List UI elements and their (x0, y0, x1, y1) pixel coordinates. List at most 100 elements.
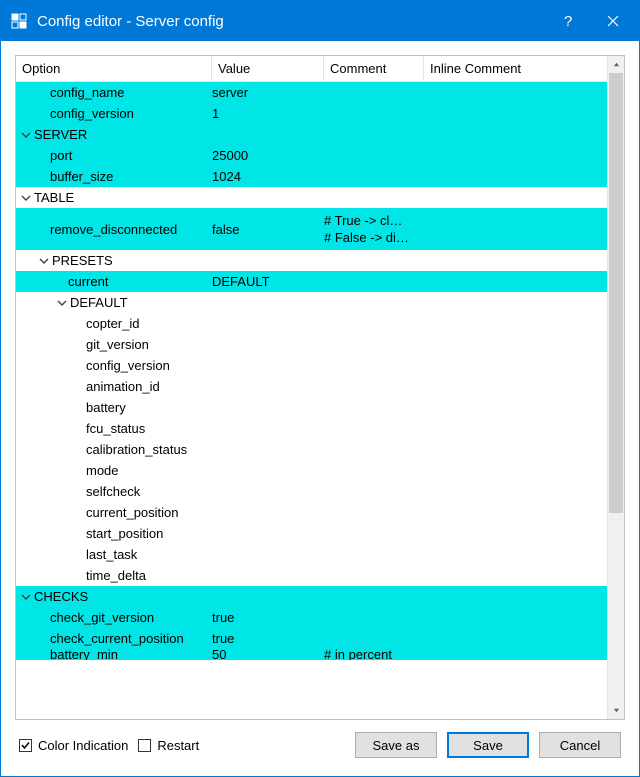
save-button[interactable]: Save (447, 732, 529, 758)
close-button[interactable] (591, 1, 635, 41)
option-label: last_task (86, 547, 137, 562)
tree-row[interactable]: check_git_version true (16, 607, 607, 628)
dialog-content: Option Value Comment Inline Comment conf… (1, 41, 639, 776)
option-label: start_position (86, 526, 163, 541)
checkbox-label: Restart (157, 738, 199, 753)
tree-row-group[interactable]: DEFAULT (16, 292, 607, 313)
tree-row-group[interactable]: CHECKS (16, 586, 607, 607)
option-value: 25000 (212, 148, 324, 163)
option-label: CHECKS (34, 589, 88, 604)
option-label: selfcheck (86, 484, 140, 499)
option-value: server (212, 85, 324, 100)
tree-row[interactable]: copter_id (16, 313, 607, 334)
option-label: current (68, 274, 108, 289)
chevron-down-icon[interactable] (20, 192, 32, 204)
tree-row[interactable]: fcu_status (16, 418, 607, 439)
col-comment[interactable]: Comment (324, 56, 424, 81)
scroll-up-icon[interactable] (608, 56, 624, 73)
tree-row[interactable]: check_current_position true (16, 628, 607, 649)
option-label: DEFAULT (70, 295, 128, 310)
col-value[interactable]: Value (212, 56, 324, 81)
dialog-window: Config editor - Server config ? Option V… (0, 0, 640, 777)
chevron-down-icon[interactable] (20, 129, 32, 141)
tree-row[interactable]: git_version (16, 334, 607, 355)
tree-row[interactable]: last_task (16, 544, 607, 565)
option-value: 1024 (212, 169, 324, 184)
col-inline[interactable]: Inline Comment (424, 56, 607, 81)
tree-row[interactable]: config_name server (16, 82, 607, 103)
option-label: config_version (50, 106, 134, 121)
option-label: fcu_status (86, 421, 145, 436)
tree-row[interactable]: current DEFAULT (16, 271, 607, 292)
option-value: 1 (212, 106, 324, 121)
option-label: battery (86, 400, 126, 415)
option-label: buffer_size (50, 169, 113, 184)
help-button[interactable]: ? (547, 1, 591, 41)
option-label: copter_id (86, 316, 139, 331)
tree-row[interactable]: config_version (16, 355, 607, 376)
tree-row[interactable]: buffer_size 1024 (16, 166, 607, 187)
option-label: check_current_position (50, 631, 184, 646)
chevron-down-icon[interactable] (20, 591, 32, 603)
restart-checkbox[interactable]: Restart (138, 738, 199, 753)
tree-row[interactable]: remove_disconnected false # True -> cl… … (16, 208, 607, 250)
tree-row[interactable]: time_delta (16, 565, 607, 586)
option-label: PRESETS (52, 253, 113, 268)
option-value: DEFAULT (212, 274, 324, 289)
app-icon (9, 11, 29, 31)
tree-row[interactable]: start_position (16, 523, 607, 544)
tree-container: Option Value Comment Inline Comment conf… (15, 55, 625, 720)
option-label: SERVER (34, 127, 87, 142)
tree-row[interactable]: animation_id (16, 376, 607, 397)
scroll-track[interactable] (608, 73, 624, 702)
option-label: calibration_status (86, 442, 187, 457)
tree-row[interactable]: current_position (16, 502, 607, 523)
save-as-button[interactable]: Save as (355, 732, 437, 758)
checkbox-icon (19, 739, 32, 752)
titlebar: Config editor - Server config ? (1, 1, 639, 41)
option-label: config_name (50, 85, 124, 100)
col-option[interactable]: Option (16, 56, 212, 81)
vertical-scrollbar[interactable] (607, 56, 624, 719)
option-value: 50 (212, 649, 324, 660)
svg-text:?: ? (564, 13, 572, 29)
scroll-down-icon[interactable] (608, 702, 624, 719)
chevron-down-icon[interactable] (38, 255, 50, 267)
button-bar: Color Indication Restart Save as Save Ca… (15, 720, 625, 762)
tree-row-group[interactable]: TABLE (16, 187, 607, 208)
option-label: remove_disconnected (50, 222, 177, 237)
tree-row[interactable]: battery_min 50 # in percent (16, 649, 607, 660)
option-label: current_position (86, 505, 179, 520)
tree-row-group[interactable]: PRESETS (16, 250, 607, 271)
tree-row[interactable]: selfcheck (16, 481, 607, 502)
option-comment: # in percent (324, 649, 424, 660)
tree-row-group[interactable]: SERVER (16, 124, 607, 145)
checkbox-label: Color Indication (38, 738, 128, 753)
tree-body: config_name server config_version 1 (16, 82, 607, 719)
option-label: check_git_version (50, 610, 154, 625)
option-label: TABLE (34, 190, 74, 205)
tree-row[interactable]: battery (16, 397, 607, 418)
chevron-down-icon[interactable] (56, 297, 68, 309)
cancel-button[interactable]: Cancel (539, 732, 621, 758)
checkbox-icon (138, 739, 151, 752)
option-value: true (212, 631, 324, 646)
scroll-thumb[interactable] (609, 73, 623, 513)
tree-row[interactable]: config_version 1 (16, 103, 607, 124)
color-indication-checkbox[interactable]: Color Indication (19, 738, 128, 753)
option-label: animation_id (86, 379, 160, 394)
option-label: time_delta (86, 568, 146, 583)
option-label: mode (86, 463, 119, 478)
tree-row[interactable]: calibration_status (16, 439, 607, 460)
window-title: Config editor - Server config (37, 13, 547, 30)
option-value: true (212, 610, 324, 625)
option-label: config_version (86, 358, 170, 373)
option-comment: # True -> cl… # False -> di… (324, 211, 424, 247)
tree-header: Option Value Comment Inline Comment (16, 56, 607, 82)
option-label: port (50, 148, 72, 163)
tree-row[interactable]: mode (16, 460, 607, 481)
option-label: git_version (86, 337, 149, 352)
tree-row[interactable]: port 25000 (16, 145, 607, 166)
option-label: battery_min (50, 649, 118, 660)
option-value: false (212, 222, 324, 237)
